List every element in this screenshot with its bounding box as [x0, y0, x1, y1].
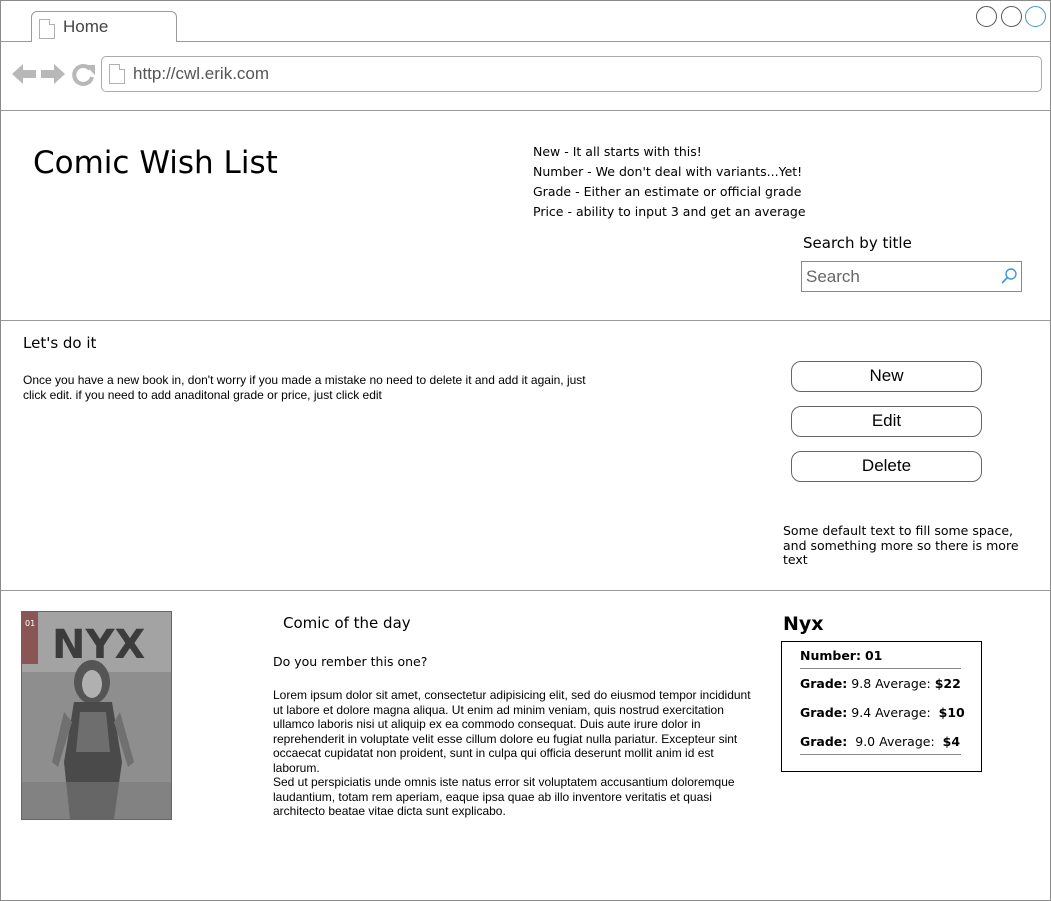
- note-item: Grade - Either an estimate or official g…: [533, 184, 802, 199]
- filler-text: Some default text to fill some space, an…: [783, 523, 1019, 567]
- section-heading: Comic of the day: [283, 614, 411, 632]
- card-divider: [800, 754, 961, 755]
- instructions-text: Once you have a new book in, don't worry…: [23, 373, 586, 402]
- divider: [1, 320, 1050, 321]
- page-title: Comic Wish List: [33, 145, 278, 181]
- url-text: http://cwl.erik.com: [133, 64, 270, 83]
- note-item: Number - We don't deal with variants...Y…: [533, 164, 803, 179]
- divider: [1, 590, 1050, 591]
- feature-notes: New - It all starts with this! Number - …: [533, 142, 806, 222]
- address-bar[interactable]: http://cwl.erik.com: [101, 56, 1042, 92]
- search-icon[interactable]: [1000, 267, 1018, 285]
- comic-question: Do you rember this one?: [273, 654, 428, 669]
- page-icon: [39, 19, 55, 39]
- card-divider: [800, 668, 961, 669]
- average-price: $22: [934, 676, 961, 691]
- grade-label: Grade:: [800, 676, 848, 691]
- average-label: Average:: [879, 734, 935, 749]
- cover-logo: NYX: [52, 622, 145, 668]
- forward-arrow-icon[interactable]: [40, 62, 66, 86]
- comic-name: Nyx: [783, 613, 824, 635]
- average-label: Average:: [875, 676, 931, 691]
- divider: [1, 110, 1050, 111]
- note-item: Price - ability to input 3 and get an av…: [533, 204, 806, 219]
- search-label: Search by title: [803, 234, 912, 252]
- grade-value: 9.0: [855, 734, 876, 749]
- average-label: Average:: [875, 705, 931, 720]
- grade-label: Grade:: [800, 734, 848, 749]
- number-label: Number:: [800, 648, 861, 663]
- edit-button[interactable]: Edit: [791, 406, 982, 437]
- tab-home[interactable]: Home: [31, 11, 177, 42]
- description-paragraph: Lorem ipsum dolor sit amet, consectetur …: [273, 688, 751, 775]
- search-input[interactable]: [802, 262, 996, 291]
- close-button[interactable]: [1025, 6, 1046, 27]
- cover-issue-number: 01: [25, 619, 35, 628]
- grade-row: Grade: 9.8 Average: $22: [800, 676, 961, 691]
- new-button[interactable]: New: [791, 361, 982, 392]
- minimize-button[interactable]: [976, 6, 997, 27]
- page-icon: [109, 64, 125, 84]
- search-field[interactable]: [801, 261, 1022, 292]
- grade-value: 9.8: [851, 676, 872, 691]
- average-price: $4: [942, 734, 961, 749]
- section-title: Let's do it: [23, 334, 97, 352]
- grade-label: Grade:: [800, 705, 848, 720]
- number-row: Number: 01: [800, 648, 882, 663]
- number-value: 01: [864, 648, 883, 663]
- comic-cover-image: 01 NYX: [21, 611, 172, 820]
- note-item: New - It all starts with this!: [533, 144, 702, 159]
- delete-button[interactable]: Delete: [791, 451, 982, 482]
- grade-value: 9.4: [851, 705, 872, 720]
- grade-row: Grade: 9.0 Average: $4: [800, 734, 960, 749]
- comic-description: Lorem ipsum dolor sit amet, consectetur …: [273, 688, 755, 819]
- comic-details-card: Number: 01 Grade: 9.8 Average: $22 Grade…: [781, 641, 982, 772]
- average-price: $10: [938, 705, 965, 720]
- description-paragraph: Sed ut perspiciatis unde omnis iste natu…: [273, 775, 735, 818]
- tab-label: Home: [63, 17, 109, 36]
- back-arrow-icon[interactable]: [11, 62, 37, 86]
- browser-window: Home http://cwl.erik.com Comic Wish List…: [0, 0, 1051, 901]
- reload-icon[interactable]: [71, 62, 97, 86]
- grade-row: Grade: 9.4 Average: $10: [800, 705, 965, 720]
- maximize-button[interactable]: [1001, 6, 1022, 27]
